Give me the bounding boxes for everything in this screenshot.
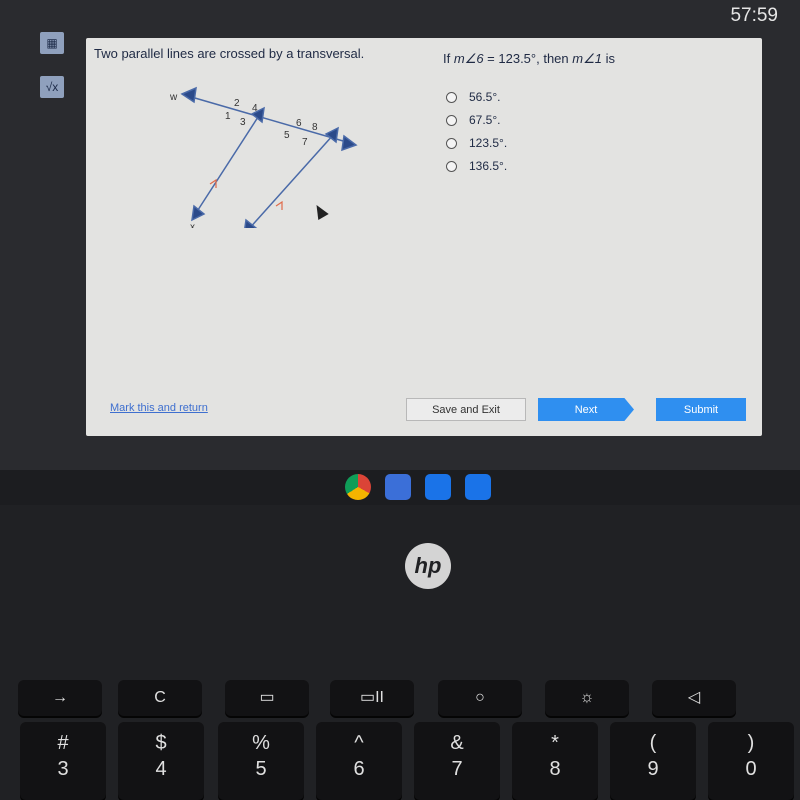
angle-8: 8 bbox=[312, 122, 318, 133]
key-refresh[interactable]: C bbox=[118, 680, 202, 716]
key-7[interactable]: & 7 bbox=[414, 722, 500, 800]
submit-button[interactable]: Submit bbox=[656, 398, 746, 421]
angle-1: 1 bbox=[225, 111, 231, 122]
radio-button[interactable] bbox=[446, 137, 457, 149]
chrome-icon[interactable] bbox=[345, 474, 371, 500]
option-label: 56.5°. bbox=[469, 90, 501, 104]
arrow-icon bbox=[341, 134, 358, 152]
save-and-exit-button[interactable]: Save and Exit bbox=[406, 398, 526, 421]
arrow-icon bbox=[180, 86, 197, 104]
radio-button[interactable] bbox=[446, 91, 457, 103]
angle-5: 5 bbox=[284, 130, 290, 141]
key-digit: 9 bbox=[647, 758, 659, 780]
key-3[interactable]: #3 bbox=[20, 722, 106, 800]
stem-angle-6: m∠6 bbox=[453, 51, 484, 66]
key-symbol: ^ bbox=[354, 732, 364, 754]
option-label: 123.5°. bbox=[469, 136, 508, 150]
key-symbol: * bbox=[551, 732, 559, 754]
option-label: 67.5°. bbox=[469, 113, 501, 127]
key-forward[interactable]: → bbox=[18, 680, 102, 716]
key-5[interactable]: % 5 bbox=[218, 722, 304, 800]
key-overview[interactable]: ▭II bbox=[330, 680, 414, 716]
key-brightness-up[interactable]: ☼ bbox=[545, 680, 629, 716]
parallel-mark bbox=[275, 200, 283, 210]
key-fullscreen[interactable]: ▭ bbox=[225, 680, 309, 716]
line-w bbox=[187, 95, 351, 144]
timer: 57:59 bbox=[730, 5, 778, 26]
key-brightness-down[interactable]: ○ bbox=[438, 680, 522, 716]
radio-button[interactable] bbox=[446, 160, 457, 172]
key-digit: 4 bbox=[155, 758, 167, 780]
key-digit: 0 bbox=[745, 758, 757, 780]
key-digit: 5 bbox=[255, 758, 267, 780]
key-6[interactable]: ^ 6 bbox=[316, 722, 402, 800]
key-symbol: & bbox=[450, 732, 464, 754]
option-3[interactable]: 123.5°. bbox=[446, 134, 507, 152]
parallel-lines-diagram: w x y 1 2 3 4 5 6 7 8 bbox=[169, 86, 358, 228]
square-root-icon[interactable]: √x bbox=[40, 76, 64, 98]
angle-3: 3 bbox=[240, 117, 246, 128]
key-8[interactable]: * 8 bbox=[512, 722, 598, 800]
next-button[interactable]: Next bbox=[538, 398, 634, 421]
camera-icon[interactable] bbox=[425, 474, 451, 500]
radio-button[interactable] bbox=[446, 114, 457, 126]
angle-7: 7 bbox=[302, 137, 308, 148]
key-symbol: $ bbox=[155, 732, 167, 754]
line-x bbox=[195, 113, 261, 214]
key-symbol: ( bbox=[649, 732, 657, 754]
key-symbol: ) bbox=[747, 732, 755, 754]
question-prompt: Two parallel lines are crossed by a tran… bbox=[94, 46, 365, 61]
key-0[interactable]: ) 0 bbox=[708, 722, 794, 800]
key-digit: 8 bbox=[549, 758, 561, 780]
mark-and-return-link[interactable]: Mark this and return bbox=[110, 402, 208, 414]
stem-text: If bbox=[443, 51, 454, 66]
question-stem: If m∠6 = 123.5°, then m∠1 is bbox=[443, 51, 615, 67]
label-x: x bbox=[190, 222, 195, 228]
key-digit: 7 bbox=[451, 758, 463, 780]
key-digit: 3 bbox=[57, 758, 69, 780]
stem-text: is bbox=[601, 51, 615, 66]
key-9[interactable]: (9 bbox=[610, 722, 696, 800]
angle-6: 6 bbox=[296, 118, 302, 129]
arrow-icon bbox=[191, 204, 206, 222]
angle-4: 4 bbox=[252, 103, 258, 114]
option-1[interactable]: 56.5°. bbox=[446, 88, 507, 106]
key-4[interactable]: $4 bbox=[118, 722, 204, 800]
video-icon[interactable] bbox=[465, 474, 491, 500]
screen: 57:59 ▦ √x Two parallel lines are crosse… bbox=[0, 0, 800, 500]
stem-angle-1: m∠1 bbox=[572, 51, 602, 66]
stem-text: = 123.5°, then bbox=[483, 51, 573, 66]
question-panel: Two parallel lines are crossed by a tran… bbox=[86, 38, 762, 436]
label-w: w bbox=[169, 92, 178, 103]
option-label: 136.5°. bbox=[469, 159, 508, 173]
x-app-icon[interactable] bbox=[385, 474, 411, 500]
angle-2: 2 bbox=[234, 98, 240, 109]
key-mute[interactable]: ◁ bbox=[652, 680, 736, 716]
key-symbol: % bbox=[252, 732, 270, 754]
option-4[interactable]: 136.5°. bbox=[446, 157, 507, 175]
calculator-icon[interactable]: ▦ bbox=[40, 32, 64, 54]
shelf bbox=[345, 474, 491, 500]
key-symbol: # bbox=[57, 732, 69, 754]
key-digit: 6 bbox=[353, 758, 365, 780]
option-2[interactable]: 67.5°. bbox=[446, 111, 507, 129]
hp-logo: hp bbox=[405, 543, 451, 589]
answer-options: 56.5°. 67.5°. 123.5°. 136.5°. bbox=[446, 88, 507, 180]
